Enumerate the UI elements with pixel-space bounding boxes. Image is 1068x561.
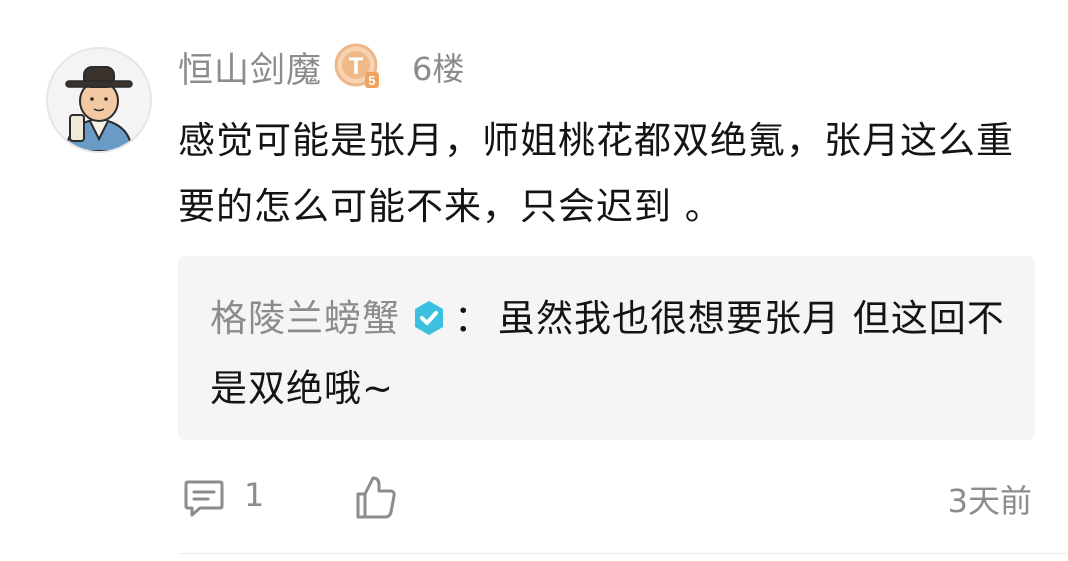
- comment-header: 恒山剑魔 T 5 6楼: [178, 40, 464, 94]
- divider: [178, 553, 1068, 554]
- timestamp: 3天前: [947, 482, 1032, 520]
- thumbs-up-icon[interactable]: [354, 474, 398, 524]
- reply-content: 格陵兰螃蟹：虽然我也很想要张月 但这回不是双绝哦~: [210, 284, 1010, 424]
- reply-count: 1: [244, 476, 265, 514]
- comment-card: 恒山剑魔 T 5 6楼 感觉可能是张月，师姐桃花都双绝氪，张月这么重要的怎么可能…: [0, 0, 1068, 561]
- reply-preview[interactable]: 格陵兰螃蟹：虽然我也很想要张月 但这回不是双绝哦~: [178, 256, 1035, 440]
- reply-separator: ：: [454, 297, 492, 340]
- scholar-avatar-icon: [64, 66, 134, 151]
- reply-username[interactable]: 格陵兰螃蟹: [210, 297, 400, 340]
- level-badge-icon: T 5: [334, 43, 382, 91]
- comment-icon[interactable]: [182, 476, 226, 524]
- svg-text:5: 5: [368, 73, 375, 88]
- verified-icon: [410, 290, 448, 335]
- username[interactable]: 恒山剑魔: [178, 42, 322, 93]
- avatar[interactable]: [46, 47, 152, 153]
- floor-number: 6楼: [412, 50, 465, 88]
- comment-text: 感觉可能是张月，师姐桃花都双绝氪，张月这么重要的怎么可能不来，只会迟到 。: [178, 119, 1014, 228]
- svg-text:T: T: [349, 53, 364, 80]
